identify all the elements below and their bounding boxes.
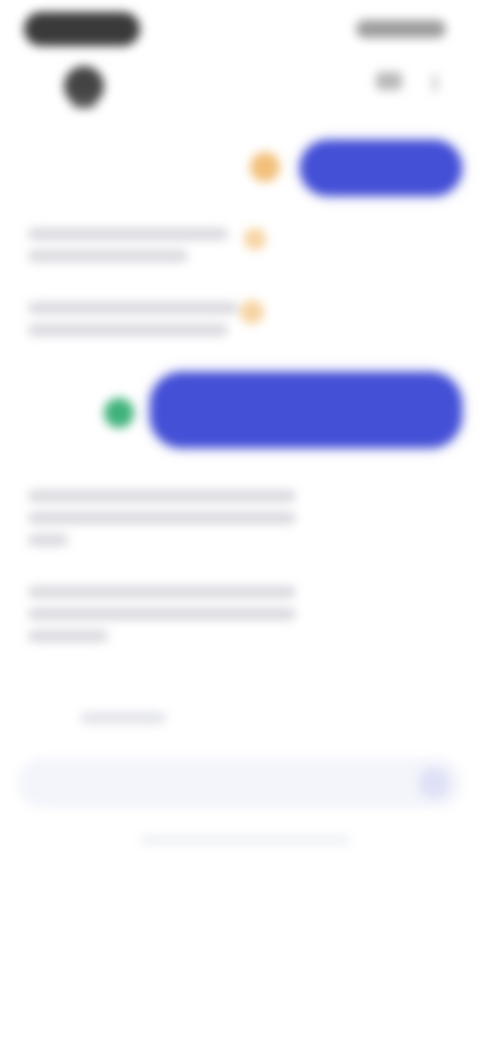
user-message-bubble[interactable]: [300, 140, 462, 196]
assistant-text-line: [28, 324, 228, 336]
status-indicators: [356, 20, 446, 38]
more-menu-icon[interactable]: [432, 74, 438, 92]
send-button[interactable]: [418, 767, 450, 799]
user-message-text: [150, 372, 462, 408]
assistant-text-line: [28, 302, 238, 314]
assistant-text-line: [28, 586, 296, 598]
emoji-icon: [244, 228, 266, 250]
assistant-text-line: [28, 630, 108, 642]
suggestion-line: [80, 712, 166, 724]
emoji-icon: [250, 152, 280, 182]
message-composer: [18, 758, 462, 808]
assistant-text-line: [28, 250, 188, 262]
assistant-text-line: [28, 512, 296, 524]
status-time-pill: [24, 12, 140, 46]
avatar[interactable]: [64, 66, 104, 108]
assistant-text-line: [28, 608, 296, 620]
assistant-text-line: [28, 534, 68, 546]
assistant-text-line: [28, 228, 228, 240]
emoji-icon: [240, 300, 264, 324]
message-input[interactable]: [40, 772, 404, 796]
call-button[interactable]: [376, 72, 402, 90]
emoji-icon: [104, 398, 134, 428]
user-message-text: [300, 140, 462, 176]
footer-line: [140, 836, 350, 844]
user-message-bubble[interactable]: [150, 372, 462, 448]
assistant-text-line: [28, 490, 296, 502]
